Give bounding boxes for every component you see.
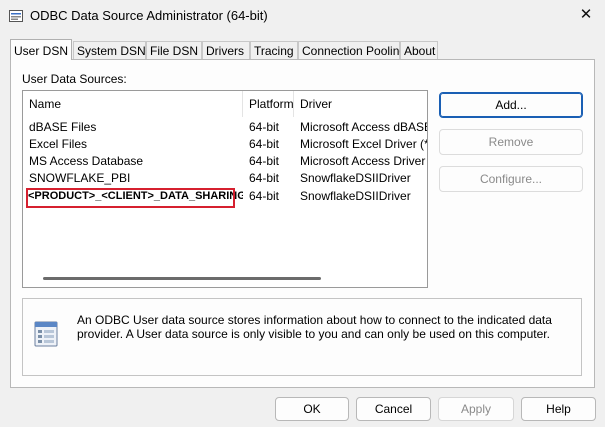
ok-button[interactable]: OK: [275, 397, 349, 421]
row-platform: 64-bit: [249, 137, 280, 151]
apply-button[interactable]: Apply: [438, 397, 514, 421]
close-icon[interactable]: ✕: [574, 4, 598, 26]
data-source-icon: [34, 321, 58, 347]
tab-system-dsn[interactable]: System DSN: [73, 41, 146, 59]
column-header-driver[interactable]: Driver: [294, 91, 427, 117]
configure-button[interactable]: Configure...: [439, 166, 583, 192]
title-bar: ODBC Data Source Administrator (64-bit) …: [0, 0, 605, 32]
tab-file-dsn[interactable]: File DSN: [146, 41, 202, 59]
row-name: dBASE Files: [29, 120, 97, 134]
tab-tracing[interactable]: Tracing: [250, 41, 298, 59]
list-header: Name Platform Driver: [23, 91, 427, 117]
row-driver: Microsoft Access dBASE D: [300, 120, 427, 134]
window-title: ODBC Data Source Administrator (64-bit): [30, 8, 268, 23]
highlight-annotation: [26, 188, 235, 208]
row-name: Excel Files: [29, 137, 88, 151]
list-row[interactable]: Excel Files 64-bit Microsoft Excel Drive…: [23, 136, 427, 153]
list-row[interactable]: SNOWFLAKE_PBI 64-bit SnowflakeDSIIDriver: [23, 170, 427, 187]
add-button[interactable]: Add...: [439, 92, 583, 118]
row-name: SNOWFLAKE_PBI: [29, 171, 131, 185]
cancel-button[interactable]: Cancel: [356, 397, 431, 421]
tab-connection-pooling[interactable]: Connection Pooling: [298, 41, 406, 59]
data-source-list[interactable]: Name Platform Driver dBASE Files 64-bit …: [22, 90, 428, 288]
info-description: An ODBC User data source stores informat…: [77, 313, 552, 341]
row-name: MS Access Database: [29, 154, 144, 168]
column-header-name[interactable]: Name: [23, 91, 243, 117]
row-driver: Microsoft Access Driver (*.: [300, 154, 428, 168]
row-platform: 64-bit: [249, 171, 280, 185]
tab-user-dsn[interactable]: User DSN: [10, 39, 72, 60]
row-platform: 64-bit: [249, 154, 280, 168]
row-driver: Microsoft Excel Driver (*.xls: [300, 137, 427, 151]
column-header-platform[interactable]: Platform: [243, 91, 294, 117]
odbc-app-icon: [9, 10, 23, 22]
help-button[interactable]: Help: [521, 397, 596, 421]
row-driver: SnowflakeDSIIDriver: [300, 171, 411, 185]
horizontal-scrollbar[interactable]: [43, 277, 321, 280]
list-row[interactable]: dBASE Files 64-bit Microsoft Access dBAS…: [23, 119, 427, 136]
remove-button[interactable]: Remove: [439, 129, 583, 155]
tab-drivers[interactable]: Drivers: [202, 41, 250, 59]
row-platform: 64-bit: [249, 120, 280, 134]
tab-about[interactable]: About: [400, 41, 438, 59]
info-panel: An ODBC User data source stores informat…: [22, 298, 582, 376]
list-row[interactable]: MS Access Database 64-bit Microsoft Acce…: [23, 153, 427, 170]
row-driver: SnowflakeDSIIDriver: [300, 189, 411, 203]
user-data-sources-label: User Data Sources:: [22, 72, 127, 86]
row-platform: 64-bit: [249, 189, 280, 203]
